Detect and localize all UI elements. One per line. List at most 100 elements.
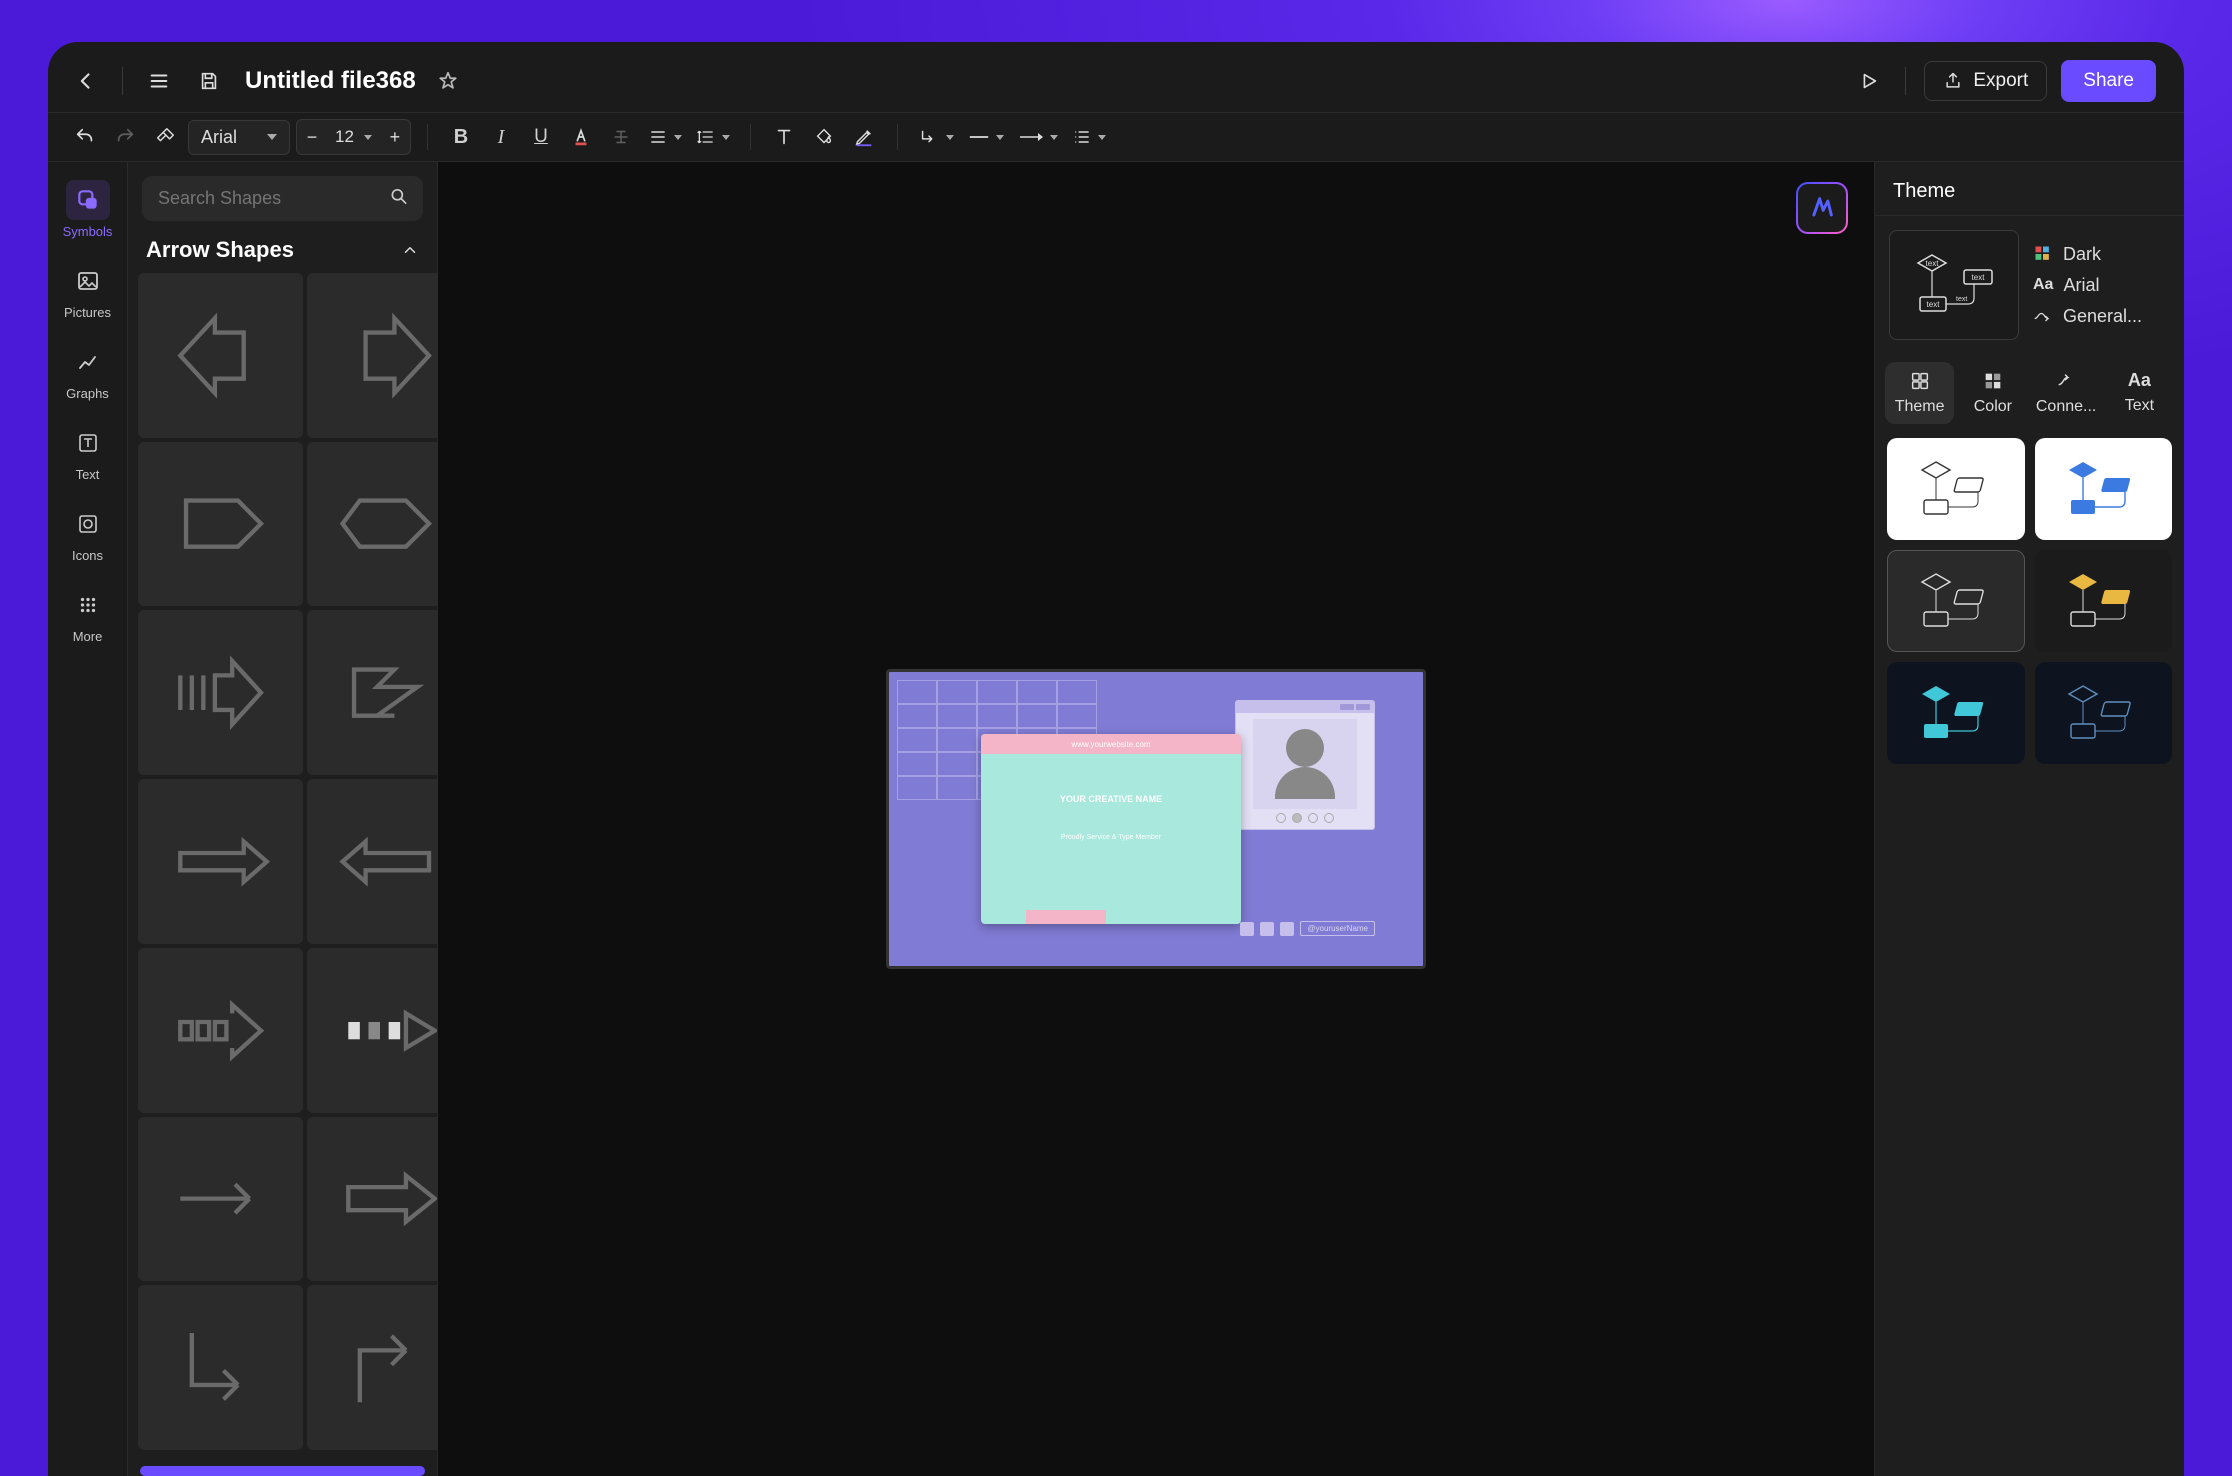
divider bbox=[122, 67, 123, 95]
chevron-up-icon bbox=[401, 241, 419, 259]
export-button[interactable]: Export bbox=[1924, 61, 2047, 101]
rail-item-pictures[interactable]: Pictures bbox=[56, 255, 120, 326]
panel-scrollbar[interactable] bbox=[140, 1466, 425, 1476]
redo-button[interactable] bbox=[108, 119, 142, 155]
shape-thin-arrow-right[interactable] bbox=[138, 779, 303, 944]
share-button[interactable]: Share bbox=[2061, 60, 2156, 102]
tab-text[interactable]: Aa Text bbox=[2105, 362, 2174, 424]
bold-button[interactable]: B bbox=[444, 119, 478, 155]
divider bbox=[1905, 67, 1906, 95]
theme-font-value: Arial bbox=[2063, 275, 2099, 296]
theme-tab-icon bbox=[1909, 370, 1931, 392]
twitter-icon bbox=[1280, 922, 1294, 936]
palette-icon bbox=[2033, 244, 2053, 264]
font-icon: Aa bbox=[2033, 276, 2053, 294]
font-color-button[interactable] bbox=[564, 119, 598, 155]
tab-theme[interactable]: Theme bbox=[1885, 362, 1954, 424]
strikethrough-button[interactable] bbox=[604, 119, 638, 155]
undo-button[interactable] bbox=[68, 119, 102, 155]
format-painter-button[interactable] bbox=[148, 119, 182, 155]
font-family-select[interactable]: Arial bbox=[188, 120, 290, 155]
theme-option-teal[interactable] bbox=[1887, 662, 2025, 764]
theme-option-dark[interactable] bbox=[1887, 550, 2025, 652]
tab-color[interactable]: Color bbox=[1958, 362, 2027, 424]
canvas-content[interactable]: www.yourwebsite.com YOUR CREATIVE NAME P… bbox=[886, 669, 1426, 969]
canvas-social-row: @youruserName bbox=[1240, 921, 1375, 936]
facebook-icon bbox=[1240, 922, 1254, 936]
share-label: Share bbox=[2083, 70, 2134, 91]
arrow-style-button[interactable] bbox=[1014, 119, 1062, 155]
play-button[interactable] bbox=[1851, 63, 1887, 99]
shape-arrow-left[interactable] bbox=[138, 273, 303, 438]
connector-type-button[interactable] bbox=[914, 119, 958, 155]
rail-item-symbols[interactable]: Symbols bbox=[56, 174, 120, 245]
shape-striped-arrow[interactable] bbox=[138, 610, 303, 775]
font-size-increase[interactable]: + bbox=[380, 120, 410, 154]
font-size-decrease[interactable]: − bbox=[297, 120, 327, 154]
rail-item-text[interactable]: Text bbox=[56, 417, 120, 488]
fill-color-button[interactable] bbox=[807, 119, 841, 155]
rail-label: Pictures bbox=[64, 305, 111, 320]
save-icon[interactable] bbox=[191, 63, 227, 99]
text-tab-icon: Aa bbox=[2128, 370, 2151, 391]
italic-button[interactable]: I bbox=[484, 119, 518, 155]
search-shapes-input[interactable] bbox=[142, 176, 423, 221]
theme-name-row: Dark bbox=[2033, 244, 2142, 265]
theme-preview: text text text text bbox=[1889, 230, 2019, 340]
theme-option-blue[interactable] bbox=[2035, 438, 2173, 540]
rail-label: Text bbox=[76, 467, 100, 482]
back-button[interactable] bbox=[68, 63, 104, 99]
canvas-area[interactable]: www.yourwebsite.com YOUR CREATIVE NAME P… bbox=[438, 162, 1874, 1476]
separator bbox=[750, 124, 751, 150]
shape-line-arrow-right[interactable] bbox=[138, 1117, 303, 1282]
tab-label: Text bbox=[2125, 397, 2154, 415]
stroke-color-button[interactable] bbox=[847, 119, 881, 155]
theme-option-yellow[interactable] bbox=[2035, 550, 2173, 652]
line-style-button[interactable] bbox=[964, 119, 1008, 155]
ai-assistant-button[interactable] bbox=[1796, 182, 1848, 234]
hamburger-menu-icon[interactable] bbox=[141, 63, 177, 99]
shape-pentagon-right[interactable] bbox=[138, 442, 303, 607]
text-tool-button[interactable] bbox=[767, 119, 801, 155]
font-name-value: Arial bbox=[201, 127, 237, 148]
underline-button[interactable]: U bbox=[524, 119, 558, 155]
shape-dashed-arrow[interactable] bbox=[138, 948, 303, 1113]
svg-text:text: text bbox=[1926, 259, 1940, 268]
shape-corner-up-right[interactable] bbox=[307, 1285, 437, 1450]
rail-label: More bbox=[73, 629, 103, 644]
file-title[interactable]: Untitled file368 bbox=[245, 67, 416, 95]
list-button[interactable] bbox=[1068, 119, 1110, 155]
font-size-value[interactable]: 12 bbox=[327, 127, 380, 147]
shapes-panel: Arrow Shapes bbox=[128, 162, 438, 1476]
shape-s-arrow[interactable] bbox=[307, 610, 437, 775]
theme-connector-row: General... bbox=[2033, 306, 2142, 327]
align-button[interactable] bbox=[644, 119, 686, 155]
rail-item-more[interactable]: More bbox=[56, 579, 120, 650]
shape-corner-down-right[interactable] bbox=[138, 1285, 303, 1450]
svg-text:text: text bbox=[1956, 296, 1967, 303]
symbols-icon bbox=[66, 180, 110, 220]
canvas-handle: @youruserName bbox=[1300, 921, 1375, 936]
export-icon bbox=[1943, 71, 1963, 91]
shape-arrow-right[interactable] bbox=[307, 273, 437, 438]
rail-item-icons[interactable]: Icons bbox=[56, 498, 120, 569]
right-panel: Theme text text text text bbox=[1874, 162, 2184, 1476]
canvas-video-card bbox=[1235, 700, 1375, 830]
shape-dotted-arrow[interactable] bbox=[307, 948, 437, 1113]
app-header: Untitled file368 Export Share bbox=[48, 42, 2184, 113]
shape-hexagon[interactable] bbox=[307, 442, 437, 607]
shape-outline-arrow[interactable] bbox=[307, 1117, 437, 1282]
tab-connectors[interactable]: Conne... bbox=[2032, 362, 2101, 424]
theme-name-value: Dark bbox=[2063, 244, 2101, 265]
tab-label: Color bbox=[1974, 398, 2012, 416]
theme-option-navy[interactable] bbox=[2035, 662, 2173, 764]
left-rail: Symbols Pictures Graphs Text Icons More bbox=[48, 162, 128, 1476]
theme-option-light[interactable] bbox=[1887, 438, 2025, 540]
section-header-arrow-shapes[interactable]: Arrow Shapes bbox=[128, 231, 437, 273]
icons-icon bbox=[66, 504, 110, 544]
line-spacing-button[interactable] bbox=[692, 119, 734, 155]
rail-item-graphs[interactable]: Graphs bbox=[56, 336, 120, 407]
rail-label: Graphs bbox=[66, 386, 109, 401]
shape-thin-arrow-left[interactable] bbox=[307, 779, 437, 944]
favorite-star-icon[interactable] bbox=[430, 63, 466, 99]
